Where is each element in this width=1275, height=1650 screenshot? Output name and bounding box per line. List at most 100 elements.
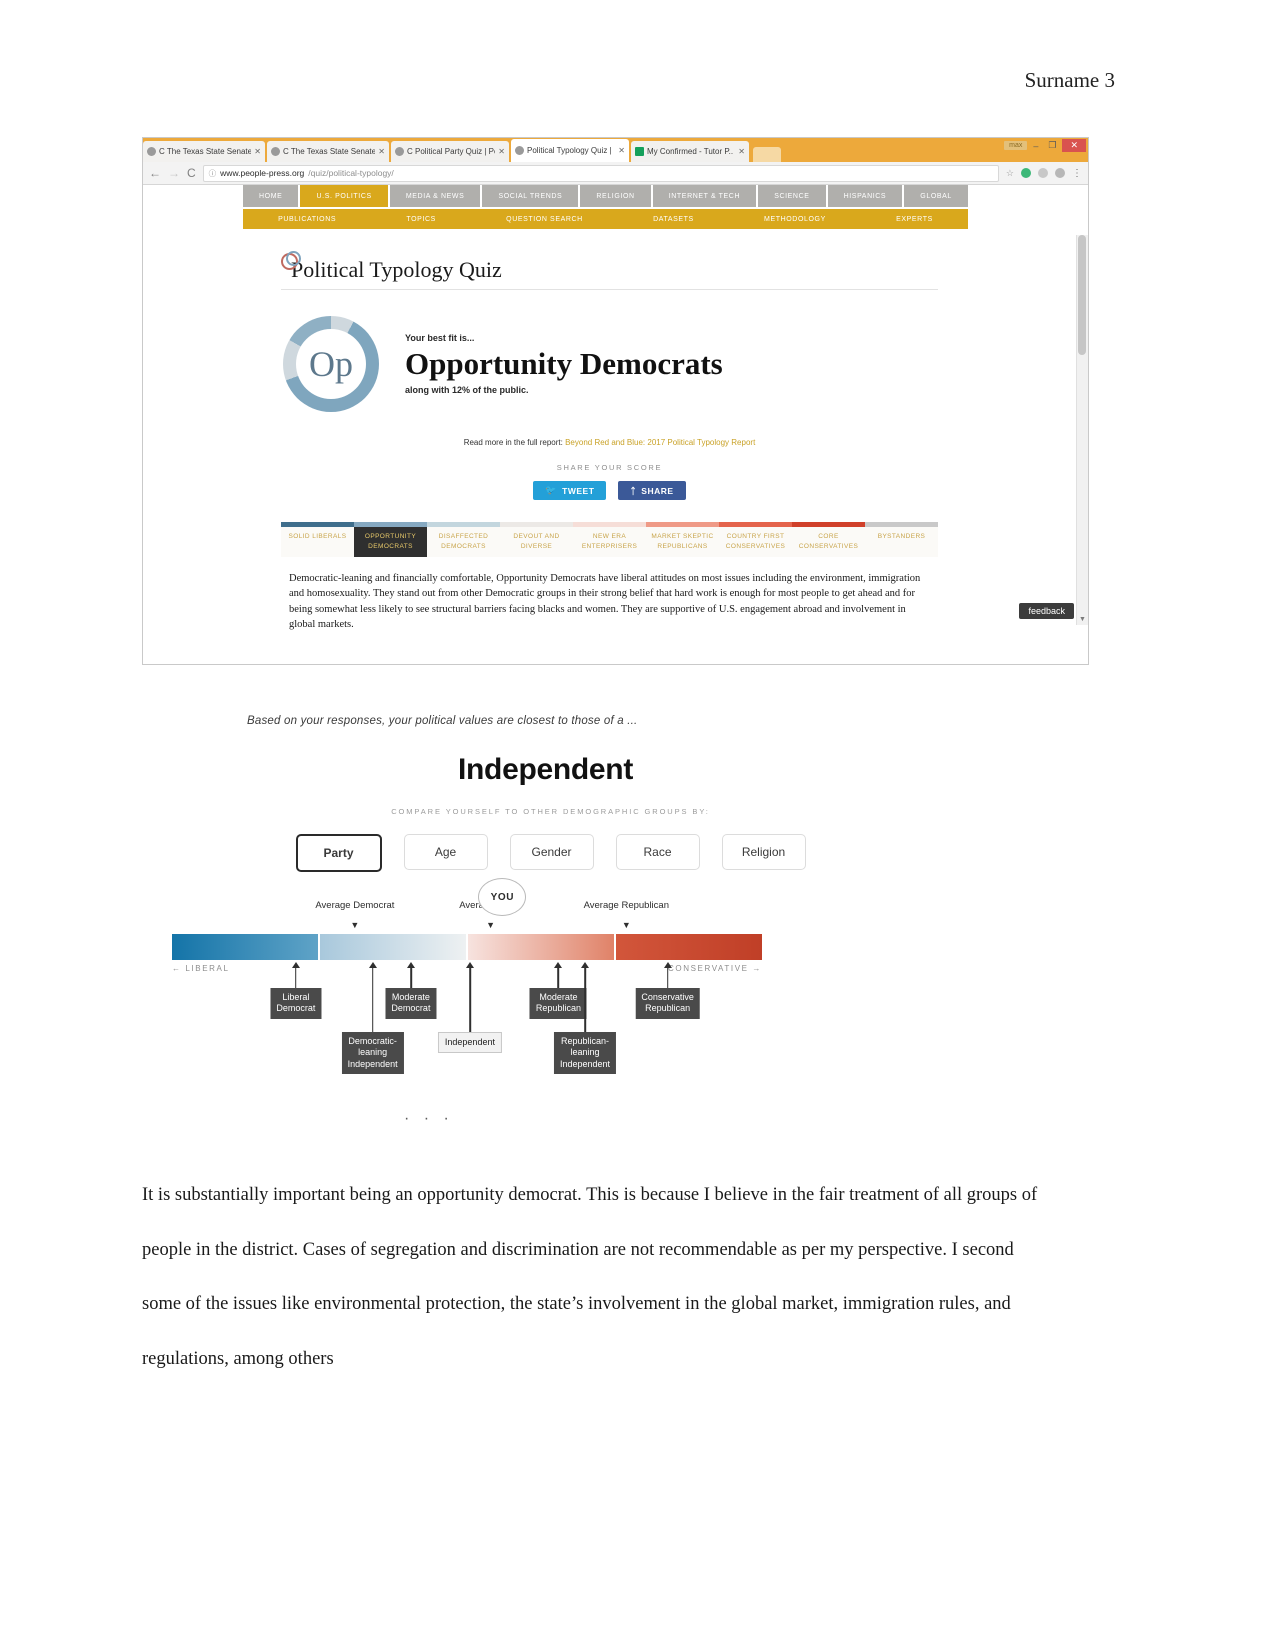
typology-tab-bystanders[interactable]: BYSTANDERS: [865, 527, 938, 557]
full-report-link[interactable]: Beyond Red and Blue: 2017 Political Typo…: [565, 438, 755, 447]
site-nav-item-internet-tech[interactable]: INTERNET & TECH: [652, 185, 757, 207]
browser-tab-1[interactable]: C The Texas State Senate ✕: [143, 141, 265, 162]
site-nav-item-social-trends[interactable]: SOCIAL TRENDS: [482, 185, 579, 207]
max-badge: max: [1004, 141, 1028, 150]
typology-tab-solid-liberals[interactable]: SOLID LIBERALS: [281, 527, 354, 557]
site-viewport: HOME U.S. POLITICS MEDIA & NEWS SOCIAL T…: [143, 185, 1088, 630]
pew-logo-icon: [281, 251, 301, 270]
you-marker-bubble: YOU: [478, 878, 527, 916]
address-bar[interactable]: ⓘ www.people-press.org/quiz/political-ty…: [202, 164, 999, 182]
typology-tab-devout-and-diverse[interactable]: DEVOUT AND DIVERSE: [500, 527, 573, 557]
scrollbar-thumb[interactable]: [1078, 235, 1086, 355]
note-icon: [635, 147, 644, 156]
close-icon[interactable]: ✕: [498, 147, 505, 156]
tweet-label: TWEET: [562, 485, 595, 496]
subnav-item-publications[interactable]: PUBLICATIONS: [243, 216, 371, 223]
callout-label: Republican-leaning Independent: [553, 1032, 617, 1074]
scale-segment-0: [172, 934, 318, 960]
result-group-name: Opportunity Democrats: [405, 345, 723, 381]
demo-tab-gender[interactable]: Gender: [509, 834, 594, 870]
ideology-gradient-bar: [172, 934, 762, 960]
typology-tab-opportunity-democrats[interactable]: OPPORTUNITY DEMOCRATS: [354, 527, 427, 558]
browser-tab-3[interactable]: C Political Party Quiz | Pe ✕: [391, 141, 509, 162]
axis-liberal-label: ← LIBERAL: [172, 964, 230, 973]
info-icon[interactable]: ⓘ: [209, 168, 217, 179]
minimize-icon[interactable]: –: [1029, 141, 1042, 151]
demo-tab-race[interactable]: Race: [615, 834, 700, 870]
close-icon[interactable]: ✕: [738, 147, 745, 156]
site-nav-item-global[interactable]: GLOBAL: [904, 185, 968, 207]
url-domain: www.people-press.org: [220, 168, 305, 178]
page-scrollbar[interactable]: ▼: [1076, 235, 1088, 625]
callout-stem: [295, 966, 297, 988]
browser-tabstrip: C The Texas State Senate ✕ C The Texas S…: [143, 138, 1088, 162]
window-controls: max – ❐ ✕: [1004, 139, 1086, 152]
browser-tab-4-active[interactable]: Political Typology Quiz | ✕: [511, 139, 629, 162]
site-nav-item-religion[interactable]: RELIGION: [580, 185, 651, 207]
callout-label: Moderate Republican: [529, 988, 587, 1019]
tweet-button[interactable]: 🐦 TWEET: [533, 481, 607, 500]
typology-tab-core-conservatives[interactable]: CORE CONSERVATIVES: [792, 527, 865, 557]
menu-kebab-icon[interactable]: ⋮: [1072, 168, 1082, 179]
subnav-item-experts[interactable]: EXPERTS: [861, 216, 968, 223]
typology-tab-new-era-enterprisers[interactable]: NEW ERA ENTERPRISERS: [573, 527, 646, 557]
title-divider: [281, 289, 938, 290]
subnav-item-methodology[interactable]: METHODOLOGY: [729, 216, 861, 223]
result-block: Op Your best fit is... Opportunity Democ…: [283, 316, 1076, 412]
compare-label: COMPARE YOURSELF TO OTHER DEMOGRAPHIC GR…: [391, 807, 710, 816]
browser-tab-5[interactable]: My Confirmed - Tutor P.. ✕: [631, 141, 749, 162]
tab-title: C Political Party Quiz | Pe: [407, 146, 496, 156]
chart-ellipsis: · · ·: [404, 1110, 454, 1127]
restore-icon[interactable]: ❐: [1044, 140, 1060, 151]
facebook-share-button[interactable]: ᛏ SHARE: [618, 481, 686, 500]
typology-tab-market-skeptic-republicans[interactable]: MARKET SKEPTIC REPUBLICANS: [646, 527, 719, 557]
scroll-down-icon[interactable]: ▼: [1079, 616, 1086, 623]
callout-stem: [557, 966, 560, 988]
callout-stem: [469, 966, 471, 1032]
share-buttons: 🐦 TWEET ᛏ SHARE: [143, 481, 1076, 500]
close-icon[interactable]: ✕: [1062, 139, 1086, 152]
subnav-item-topics[interactable]: TOPICS: [371, 216, 471, 223]
quiz-title-text: Political Typology Quiz: [291, 257, 502, 282]
read-more-line: Read more in the full report: Beyond Red…: [143, 438, 1076, 447]
extension-icon-2[interactable]: [1038, 168, 1048, 178]
reload-icon[interactable]: C: [187, 166, 196, 180]
close-icon[interactable]: ✕: [254, 147, 261, 156]
callout-stem: [410, 966, 412, 988]
typology-description: Democratic-leaning and financially comfo…: [289, 573, 921, 630]
read-more-prefix: Read more in the full report:: [463, 438, 563, 447]
site-nav-item-science[interactable]: SCIENCE: [758, 185, 826, 207]
page-header: Surname 3: [1024, 68, 1115, 92]
site-nav-item-us-politics[interactable]: U.S. POLITICS: [300, 185, 388, 207]
bookmark-star-icon[interactable]: ☆: [1006, 168, 1014, 179]
site-nav-item-media-news[interactable]: MEDIA & NEWS: [389, 185, 481, 207]
site-nav-item-hispanics[interactable]: HISPANICS: [827, 185, 903, 207]
extension-icon-3[interactable]: [1055, 168, 1065, 178]
avg-republican-label: Average Republican: [583, 900, 669, 911]
typology-tab-disaffected-democrats[interactable]: DISAFFECTED DEMOCRATS: [427, 527, 500, 557]
close-icon[interactable]: ✕: [378, 147, 385, 156]
subnav-item-question-search[interactable]: QUESTION SEARCH: [471, 216, 618, 223]
avg-democrat-label: Average Democrat: [315, 900, 395, 911]
site-nav-item-home[interactable]: HOME: [243, 185, 299, 207]
demo-tab-religion[interactable]: Religion: [721, 834, 806, 870]
chart-title: Independent: [457, 753, 634, 786]
browser-screenshot: C The Texas State Senate ✕ C The Texas S…: [142, 137, 1089, 665]
demo-tab-party[interactable]: Party: [295, 834, 382, 872]
demo-tab-age[interactable]: Age: [403, 834, 488, 870]
new-tab-button[interactable]: [753, 147, 781, 162]
close-icon[interactable]: ✕: [618, 146, 625, 155]
typology-tab-country-first-conservatives[interactable]: COUNTRY FIRST CONSERVATIVES: [719, 527, 792, 557]
subnav-item-datasets[interactable]: DATASETS: [618, 216, 729, 223]
typology-group-selector: SOLID LIBERALS OPPORTUNITY DEMOCRATS DIS…: [143, 522, 1076, 632]
extension-icon-1[interactable]: [1021, 168, 1031, 178]
essay-paragraph: It is substantially important being an o…: [142, 1185, 1038, 1369]
forward-icon[interactable]: →: [168, 166, 180, 180]
donut-label: Op: [309, 344, 353, 384]
back-icon[interactable]: ←: [149, 166, 161, 180]
feedback-button[interactable]: feedback: [1019, 603, 1074, 619]
browser-tab-2[interactable]: C The Texas State Senate ✕: [267, 141, 389, 162]
scale-segment-1: [320, 934, 466, 960]
result-text-block: Your best fit is... Opportunity Democrat…: [405, 333, 723, 396]
tab-title: My Confirmed - Tutor P..: [647, 146, 734, 156]
